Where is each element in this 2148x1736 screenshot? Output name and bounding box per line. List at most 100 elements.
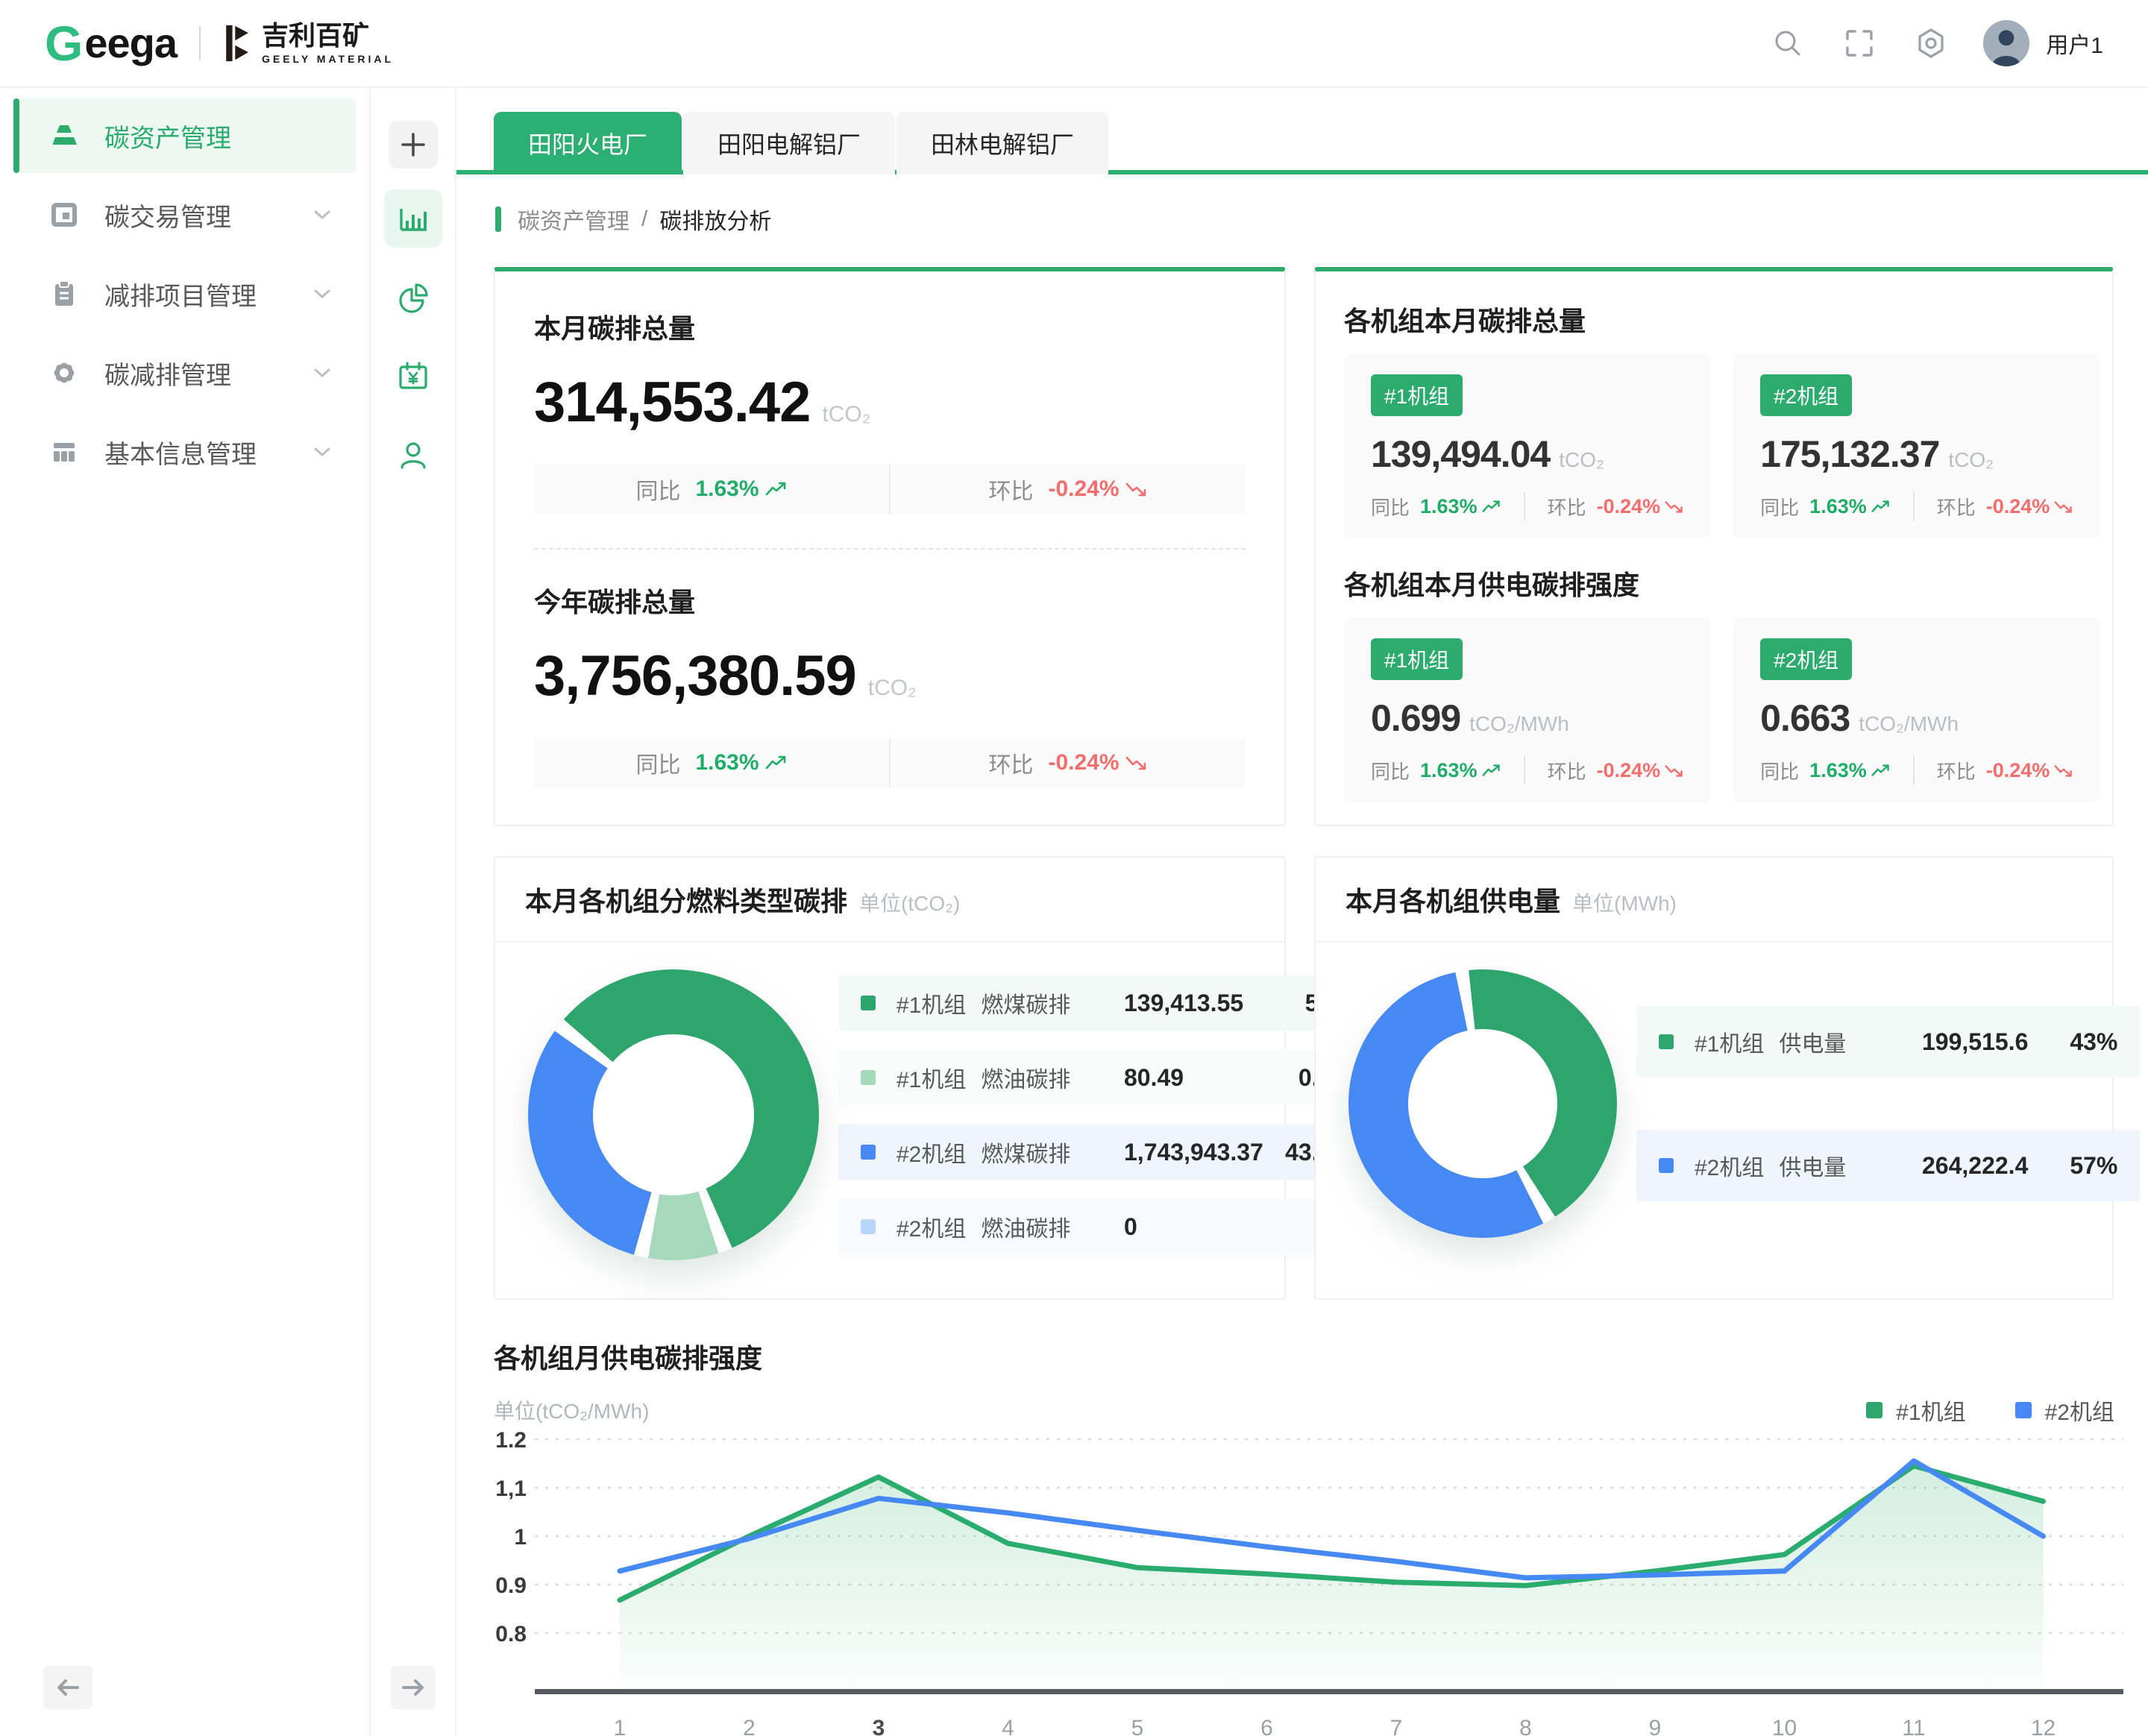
chevron-down-icon xyxy=(314,289,330,299)
power-donut-unit: 单位(MWh) xyxy=(1572,887,1677,917)
plus-icon xyxy=(400,131,427,158)
tab-plant-2[interactable]: 田阳电解铝厂 xyxy=(683,112,895,174)
legend-item-unit2[interactable]: #2机组 xyxy=(2015,1394,2114,1427)
year-total-title: 今年碳排总量 xyxy=(534,581,1246,620)
trend-down-icon xyxy=(2054,763,2073,779)
trend-legend: #1机组 #2机组 xyxy=(1866,1394,2114,1427)
month-total-value: 314,553.42 xyxy=(534,370,810,435)
calendar-yen-icon xyxy=(396,359,430,394)
svg-text:6: 6 xyxy=(1260,1716,1273,1736)
add-chart-button[interactable] xyxy=(389,121,438,169)
sidebar-item-label: 减排项目管理 xyxy=(104,276,314,312)
fullscreen-icon[interactable] xyxy=(1843,27,1876,60)
trend-down-icon xyxy=(2054,499,2073,515)
person-icon xyxy=(396,438,430,473)
yoy-stat: 同比1.63% xyxy=(1760,757,1891,784)
legend-row: #1机组燃油碳排 80.49 0.8% xyxy=(838,1050,1375,1105)
expand-rail-button[interactable] xyxy=(391,1666,436,1709)
carbon-reduction-icon xyxy=(49,358,79,388)
legend-swatch xyxy=(861,1145,876,1160)
carbon-assets-icon xyxy=(49,121,79,151)
sidebar-item-label: 基本信息管理 xyxy=(104,434,314,471)
power-supply-donut-card: 本月各机组供电量 单位(MWh) #1机组供电量 199,515.6 xyxy=(1314,856,2114,1300)
svg-text:8: 8 xyxy=(1519,1716,1532,1736)
unit-stats-card: 各机组本月碳排总量 #1机组 139,494.04 tCO₂ 同比1.63% xyxy=(1314,267,2114,826)
power-donut-legend: #1机组供电量 199,515.6 43% #2机组供电量 264,222.4 … xyxy=(1636,1006,2140,1201)
unit2-intensity-value: 0.663 xyxy=(1760,696,1850,740)
sidebar-item-basic-info[interactable]: 基本信息管理 xyxy=(13,415,356,489)
legend-swatch xyxy=(861,996,876,1010)
svg-text:0.9: 0.9 xyxy=(495,1573,527,1598)
svg-text:7: 7 xyxy=(1390,1716,1403,1736)
sidebar-item-carbon-assets[interactable]: 碳资产管理 xyxy=(13,98,356,173)
unit1-badge: #1机组 xyxy=(1371,638,1463,680)
chevron-down-icon xyxy=(314,210,330,220)
trend-down-icon xyxy=(1125,754,1148,772)
trend-title: 各机组月供电碳排强度 xyxy=(494,1337,2114,1376)
breadcrumb-accent-bar xyxy=(495,207,501,232)
username[interactable]: 用户1 xyxy=(2046,27,2103,60)
svg-text:10: 10 xyxy=(1772,1716,1797,1736)
breadcrumb-parent[interactable]: 碳资产管理 xyxy=(518,203,629,236)
top-header: Geega 吉利百矿 GEELY MATERIAL xyxy=(0,0,2148,88)
carbon-trade-icon xyxy=(49,200,79,230)
dashed-divider xyxy=(534,548,1246,550)
month-total-title: 本月碳排总量 xyxy=(534,307,1246,346)
breadcrumb: 碳资产管理 / 碳排放分析 xyxy=(495,203,2148,236)
breadcrumb-current: 碳排放分析 xyxy=(659,203,771,236)
rail-cost-calendar-button[interactable] xyxy=(384,347,442,406)
month-total-stats: 同比 1.63% 环比 -0.24% xyxy=(534,465,1246,514)
geega-logo-mark: G xyxy=(45,19,83,68)
tab-plant-3[interactable]: 田林电解铝厂 xyxy=(896,112,1108,174)
mom-stat: 环比-0.24% xyxy=(1937,493,2074,521)
year-total-stats: 同比 1.63% 环比 -0.24% xyxy=(534,738,1246,787)
breadcrumb-separator: / xyxy=(641,207,647,232)
fuel-donut-legend: #1机组燃煤碳排 139,413.55 56% #1机组燃油碳排 80.49 0… xyxy=(838,975,1375,1254)
trend-up-icon xyxy=(1482,763,1501,779)
legend-row: #1机组燃煤碳排 139,413.55 56% xyxy=(838,975,1375,1031)
legend-row: #2机组燃油碳排 0 0% xyxy=(838,1199,1375,1254)
rail-user-button[interactable] xyxy=(384,427,442,485)
chart-rail xyxy=(371,88,456,1736)
sidebar-item-carbon-reduction[interactable]: 碳减排管理 xyxy=(13,336,356,410)
sidebar-item-reduction-projects[interactable]: 减排项目管理 xyxy=(13,257,356,331)
month-total-unit: tCO₂ xyxy=(822,402,870,427)
svg-text:4: 4 xyxy=(1002,1716,1014,1736)
svg-text:3: 3 xyxy=(873,1716,885,1736)
trend-up-icon xyxy=(1871,763,1891,779)
legend-swatch xyxy=(2015,1402,2032,1418)
search-icon[interactable] xyxy=(1771,27,1804,60)
collapse-sidebar-button[interactable] xyxy=(43,1666,92,1709)
geega-logo: Geega xyxy=(45,19,177,68)
avatar[interactable] xyxy=(1983,20,2029,66)
chevron-down-icon xyxy=(314,368,330,378)
app-root: Geega 吉利百矿 GEELY MATERIAL xyxy=(0,0,2148,1736)
pie-chart-icon xyxy=(396,280,430,315)
sidebar-item-carbon-trade[interactable]: 碳交易管理 xyxy=(13,177,356,252)
yoy-stat: 同比1.63% xyxy=(1371,757,1501,784)
power-donut-title: 本月各机组供电量 xyxy=(1345,880,1560,919)
geely-material-logo: 吉利百矿 GEELY MATERIAL xyxy=(223,22,394,65)
unit1-badge: #1机组 xyxy=(1371,374,1463,416)
yoy-stat: 同比1.63% xyxy=(1371,493,1501,521)
svg-text:12: 12 xyxy=(2031,1716,2056,1736)
trend-down-icon xyxy=(1665,763,1684,779)
legend-swatch xyxy=(861,1219,876,1234)
unit1-intensity-box: #1机组 0.699 tCO₂/MWh 同比1.63% xyxy=(1344,617,1711,802)
basic-info-icon xyxy=(49,437,79,467)
reduction-projects-icon xyxy=(49,279,79,309)
unit1-emissions-value: 139,494.04 xyxy=(1371,433,1550,476)
year-total-unit: tCO₂ xyxy=(868,676,917,701)
settings-icon[interactable] xyxy=(1915,27,1947,60)
svg-text:11: 11 xyxy=(1902,1716,1925,1736)
sidebar-item-label: 碳资产管理 xyxy=(104,118,356,154)
rail-bar-chart-button[interactable] xyxy=(384,189,442,248)
fuel-emissions-donut-card: 本月各机组分燃料类型碳排 单位(tCO₂) #1机组燃煤碳排 139,413.5… xyxy=(494,856,1286,1300)
rail-pie-chart-button[interactable] xyxy=(384,268,442,327)
trend-unit-label: 单位(tCO₂/MWh) xyxy=(494,1395,649,1425)
mom-stat: 环比 -0.24% xyxy=(988,473,1147,506)
unit2-badge: #2机组 xyxy=(1760,638,1852,680)
yoy-stat: 同比 1.63% xyxy=(635,746,787,779)
tab-plant-1[interactable]: 田阳火电厂 xyxy=(494,112,682,174)
legend-item-unit1[interactable]: #1机组 xyxy=(1866,1394,1965,1427)
